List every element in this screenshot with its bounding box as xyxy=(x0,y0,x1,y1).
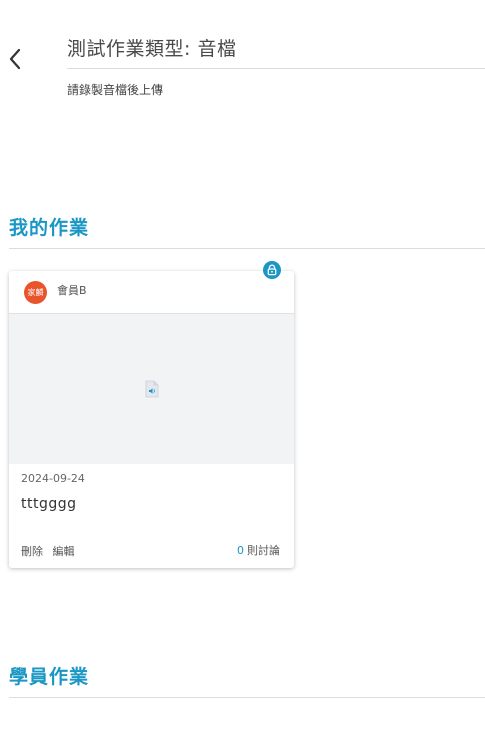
student-assignments-divider xyxy=(9,697,485,698)
student-assignments-heading: 學員作業 xyxy=(9,666,90,688)
back-button[interactable] xyxy=(4,46,26,72)
delete-button[interactable]: 刪除 xyxy=(21,545,43,558)
audio-file-icon xyxy=(145,380,159,398)
lock-icon xyxy=(263,261,281,279)
title-divider xyxy=(67,68,485,69)
comment-count: 0 xyxy=(237,544,244,557)
my-assignments-heading: 我的作業 xyxy=(9,217,90,239)
card-header: 家麟 會員B xyxy=(9,271,294,314)
submission-text: tttgggg xyxy=(21,496,77,512)
audio-preview[interactable] xyxy=(9,314,294,464)
chevron-left-icon xyxy=(9,48,21,70)
assignment-card[interactable]: 家麟 會員B 2024-09-24 tttgggg 刪除 編輯 0 則討論 xyxy=(9,271,294,568)
comment-label: 則討論 xyxy=(247,544,280,557)
my-assignments-divider xyxy=(9,248,485,249)
page: 測試作業類型: 音檔 請錄製音檔後上傳 我的作業 家麟 會員B 2024-09-… xyxy=(0,0,485,752)
comments-link[interactable]: 0 則討論 xyxy=(237,542,280,558)
submission-date: 2024-09-24 xyxy=(21,472,85,485)
assignment-instructions: 請錄製音檔後上傳 xyxy=(67,83,164,97)
card-actions: 刪除 編輯 xyxy=(21,543,81,559)
page-title: 測試作業類型: 音檔 xyxy=(67,38,237,60)
member-name: 會員B xyxy=(57,284,87,297)
avatar[interactable]: 家麟 xyxy=(24,281,47,304)
edit-button[interactable]: 編輯 xyxy=(53,545,75,558)
